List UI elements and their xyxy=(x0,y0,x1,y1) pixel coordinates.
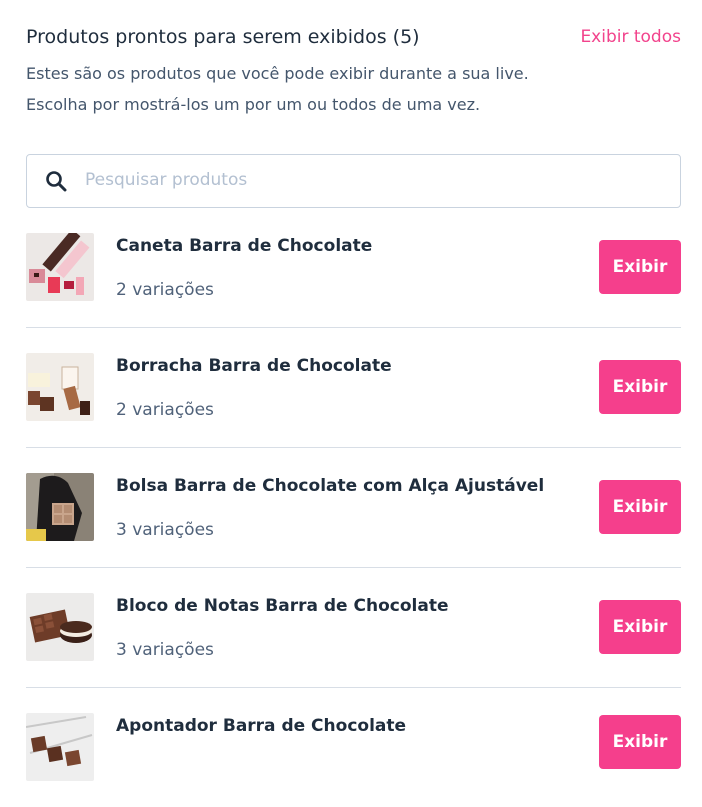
chocolate-sharpener-image xyxy=(26,713,94,781)
description-line-2: Escolha por mostrá-los um por um ou todo… xyxy=(26,95,481,114)
page-title: Produtos prontos para serem exibidos (5) xyxy=(26,26,420,48)
description-line-1: Estes são os produtos que você pode exib… xyxy=(26,64,529,83)
product-name: Borracha Barra de Chocolate xyxy=(116,356,392,376)
chocolate-notepad-image xyxy=(26,593,94,661)
product-thumbnail xyxy=(26,473,94,541)
product-name: Caneta Barra de Chocolate xyxy=(116,236,373,256)
show-product-button[interactable]: Exibir xyxy=(599,360,681,414)
product-variations: 3 variações xyxy=(116,640,214,660)
product-thumbnail xyxy=(26,233,94,301)
chocolate-bag-image xyxy=(26,473,94,541)
product-variations: 2 variações xyxy=(116,280,214,300)
product-list: Caneta Barra de Chocolate 2 variações Ex… xyxy=(26,208,681,807)
search-input[interactable] xyxy=(85,156,670,204)
product-item: Apontador Barra de Chocolate Exibir xyxy=(26,688,681,807)
product-item: Bolsa Barra de Chocolate com Alça Ajustá… xyxy=(26,448,681,568)
show-product-button[interactable]: Exibir xyxy=(599,480,681,534)
product-thumbnail xyxy=(26,353,94,421)
product-item: Borracha Barra de Chocolate 2 variações … xyxy=(26,328,681,448)
product-thumbnail xyxy=(26,713,94,781)
product-variations: 2 variações xyxy=(116,400,214,420)
product-item: Bloco de Notas Barra de Chocolate 3 vari… xyxy=(26,568,681,688)
product-item: Caneta Barra de Chocolate 2 variações Ex… xyxy=(26,208,681,328)
search-box xyxy=(26,154,681,208)
show-product-button[interactable]: Exibir xyxy=(599,715,681,769)
product-variations: 3 variações xyxy=(116,520,214,540)
show-product-button[interactable]: Exibir xyxy=(599,240,681,294)
product-name: Bolsa Barra de Chocolate com Alça Ajustá… xyxy=(116,476,545,496)
product-name: Bloco de Notas Barra de Chocolate xyxy=(116,596,449,616)
products-panel: Produtos prontos para serem exibidos (5)… xyxy=(26,0,681,804)
chocolate-pen-image xyxy=(26,233,94,301)
product-name: Apontador Barra de Chocolate xyxy=(116,716,407,736)
panel-header: Produtos prontos para serem exibidos (5)… xyxy=(26,24,681,50)
product-thumbnail xyxy=(26,593,94,661)
show-product-button[interactable]: Exibir xyxy=(599,600,681,654)
show-all-link[interactable]: Exibir todos xyxy=(580,24,681,50)
chocolate-eraser-image xyxy=(26,353,94,421)
search-icon xyxy=(46,171,67,192)
